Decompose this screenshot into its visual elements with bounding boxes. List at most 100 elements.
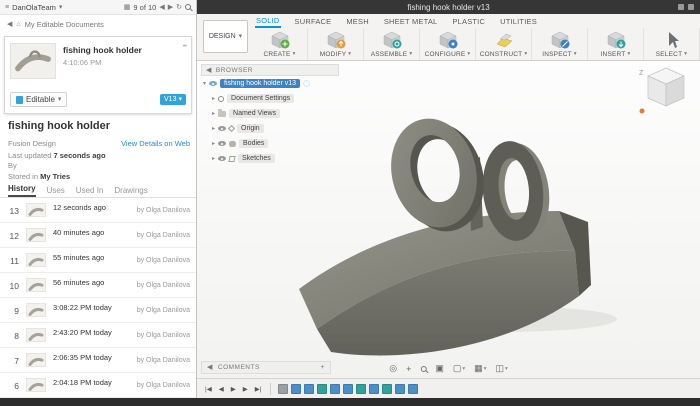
timeline-feature-icon[interactable] xyxy=(304,384,314,394)
timeline-step-forward-button[interactable]: ▶ xyxy=(241,385,250,393)
back-arrow-icon[interactable]: ◀ xyxy=(7,21,12,28)
browser-item-origin[interactable]: ▸ Origin xyxy=(201,121,339,136)
tab-drawings[interactable]: Drawings xyxy=(114,186,147,197)
collapse-panel-icon[interactable]: ◀ xyxy=(206,67,212,74)
display-settings-icon[interactable]: ▢▾ xyxy=(453,363,465,374)
timeline-feature-sketch-icon[interactable] xyxy=(278,384,288,394)
tab-plastic[interactable]: PLASTIC xyxy=(451,15,486,27)
select-menu[interactable]: SELECT ▾ xyxy=(656,51,687,58)
version-row[interactable]: 7 2:06:35 PM today by Olga Danilova xyxy=(0,348,196,373)
expand-icon[interactable]: ▸ xyxy=(212,110,215,117)
refresh-icon[interactable]: ↻ xyxy=(176,4,182,11)
version-row[interactable]: 8 2:43:20 PM today by Olga Danilova xyxy=(0,323,196,348)
modify-tool-icon[interactable] xyxy=(325,30,347,50)
tab-used-in[interactable]: Used In xyxy=(76,186,104,197)
user-account-icon[interactable] xyxy=(688,4,694,10)
eye-icon[interactable] xyxy=(209,81,217,86)
timeline-step-back-button[interactable]: ◀ xyxy=(217,385,226,393)
browser-root-row[interactable]: ▾ fishing hook holder v13 i xyxy=(201,76,339,91)
zoom-icon[interactable] xyxy=(420,366,426,372)
timeline-feature-icon[interactable] xyxy=(369,384,379,394)
home-icon[interactable]: ⌂ xyxy=(16,21,20,28)
tab-history[interactable]: History xyxy=(8,184,36,197)
construct-tool-icon[interactable] xyxy=(493,30,515,50)
comments-panel[interactable]: ◀ COMMENTS + xyxy=(201,361,331,374)
modify-menu[interactable]: MODIFY ▾ xyxy=(320,51,351,58)
info-icon[interactable]: i xyxy=(303,80,310,87)
timeline-feature-icon[interactable] xyxy=(382,384,392,394)
timeline-feature-icon[interactable] xyxy=(330,384,340,394)
expanded-icon[interactable]: ▾ xyxy=(203,80,206,87)
workspace-selector[interactable]: DESIGN ▾ xyxy=(203,20,248,53)
inspect-menu[interactable]: INSPECT ▾ xyxy=(542,51,577,58)
timeline-feature-icon[interactable] xyxy=(343,384,353,394)
configure-tool-icon[interactable] xyxy=(437,30,459,50)
pan-icon[interactable]: + xyxy=(406,364,411,374)
version-row[interactable]: 10 56 minutes ago by Olga Danilova xyxy=(0,273,196,298)
browser-header[interactable]: ◀ BROWSER xyxy=(201,64,339,76)
node-label[interactable]: Named Views xyxy=(229,109,280,118)
timeline-feature-icon[interactable] xyxy=(317,384,327,394)
grid-view-icon[interactable]: ▦ xyxy=(124,4,131,11)
job-status-icon[interactable] xyxy=(678,4,684,10)
node-label[interactable]: Document Settings xyxy=(227,94,294,103)
inspect-tool-icon[interactable] xyxy=(549,30,571,50)
orbit-icon[interactable]: ◎ xyxy=(389,363,397,374)
tab-sheet-metal[interactable]: SHEET METAL xyxy=(383,15,439,27)
search-icon[interactable] xyxy=(185,4,191,10)
breadcrumb-label[interactable]: My Editable Documents xyxy=(25,20,104,29)
timeline-feature-icon[interactable] xyxy=(356,384,366,394)
next-page-icon[interactable]: ▶ xyxy=(168,4,173,11)
create-menu[interactable]: CREATE ▾ xyxy=(263,51,295,58)
expand-icon[interactable]: ▸ xyxy=(212,95,215,102)
create-tool-icon[interactable] xyxy=(269,30,291,50)
insert-tool-icon[interactable] xyxy=(605,30,627,50)
node-label[interactable]: Sketches xyxy=(238,154,275,163)
team-selector[interactable]: DanOlaTeam xyxy=(12,3,56,12)
version-badge[interactable]: V13 ▾ xyxy=(160,94,186,105)
view-cube[interactable]: Z xyxy=(636,64,694,118)
timeline-feature-icon[interactable] xyxy=(291,384,301,394)
tab-utilities[interactable]: UTILITIES xyxy=(499,15,538,27)
timeline-skip-end-button[interactable]: ▶| xyxy=(253,385,264,393)
insert-menu[interactable]: INSERT ▾ xyxy=(601,51,631,58)
select-tool-icon[interactable] xyxy=(661,30,683,50)
tab-solid[interactable]: SOLID xyxy=(255,14,281,28)
editable-status-button[interactable]: Editable ▾ xyxy=(10,92,67,107)
document-tab-title[interactable]: fishing hook holder v13 xyxy=(407,3,489,12)
grid-snap-icon[interactable]: ▦▾ xyxy=(474,363,486,374)
viewports-icon[interactable]: ◫▾ xyxy=(495,363,507,374)
eye-icon[interactable] xyxy=(218,126,226,131)
fit-view-icon[interactable]: ▣ xyxy=(435,363,444,374)
stored-in-value[interactable]: My Tries xyxy=(40,172,70,181)
assemble-menu[interactable]: ASSEMBLE ▾ xyxy=(371,51,413,58)
document-card[interactable]: fishing hook holder 4:10:06 PM ●● Editab… xyxy=(4,36,192,114)
collapse-panel-icon[interactable]: ◀ xyxy=(207,364,213,371)
version-row[interactable]: 11 55 minutes ago by Olga Danilova xyxy=(0,248,196,273)
timeline-feature-icon[interactable] xyxy=(408,384,418,394)
tab-uses[interactable]: Uses xyxy=(47,186,65,197)
browser-root-node[interactable]: fishing hook holder v13 xyxy=(220,79,300,88)
eye-icon[interactable] xyxy=(218,141,226,146)
viewport-canvas[interactable]: ◀ BROWSER ▾ fishing hook holder v13 i ▸ … xyxy=(197,61,700,378)
timeline-skip-start-button[interactable]: |◀ xyxy=(203,385,214,393)
tab-surface[interactable]: SURFACE xyxy=(294,15,333,27)
assemble-tool-icon[interactable] xyxy=(381,30,403,50)
browser-item-document-settings[interactable]: ▸ Document Settings xyxy=(201,91,339,106)
version-row[interactable]: 12 40 minutes ago by Olga Danilova xyxy=(0,223,196,248)
version-row[interactable]: 6 2:04:18 PM today by Olga Danilova xyxy=(0,373,196,398)
view-details-link[interactable]: View Details on Web xyxy=(121,139,190,148)
node-label[interactable]: Origin xyxy=(237,124,264,133)
timeline-feature-icon[interactable] xyxy=(395,384,405,394)
add-comment-icon[interactable]: + xyxy=(320,364,325,371)
expand-icon[interactable]: ▸ xyxy=(212,125,215,132)
browser-item-sketches[interactable]: ▸ Sketches xyxy=(201,151,339,166)
menu-icon[interactable]: ≡ xyxy=(5,4,9,11)
version-row[interactable]: 9 3:08:22 PM today by Olga Danilova xyxy=(0,298,196,323)
expand-icon[interactable]: ▸ xyxy=(212,140,215,147)
tab-mesh[interactable]: MESH xyxy=(345,15,369,27)
node-label[interactable]: Bodies xyxy=(239,139,268,148)
timeline-play-button[interactable]: ▶ xyxy=(229,385,238,393)
expand-icon[interactable]: ▸ xyxy=(212,155,215,162)
prev-page-icon[interactable]: ◀ xyxy=(159,4,164,11)
